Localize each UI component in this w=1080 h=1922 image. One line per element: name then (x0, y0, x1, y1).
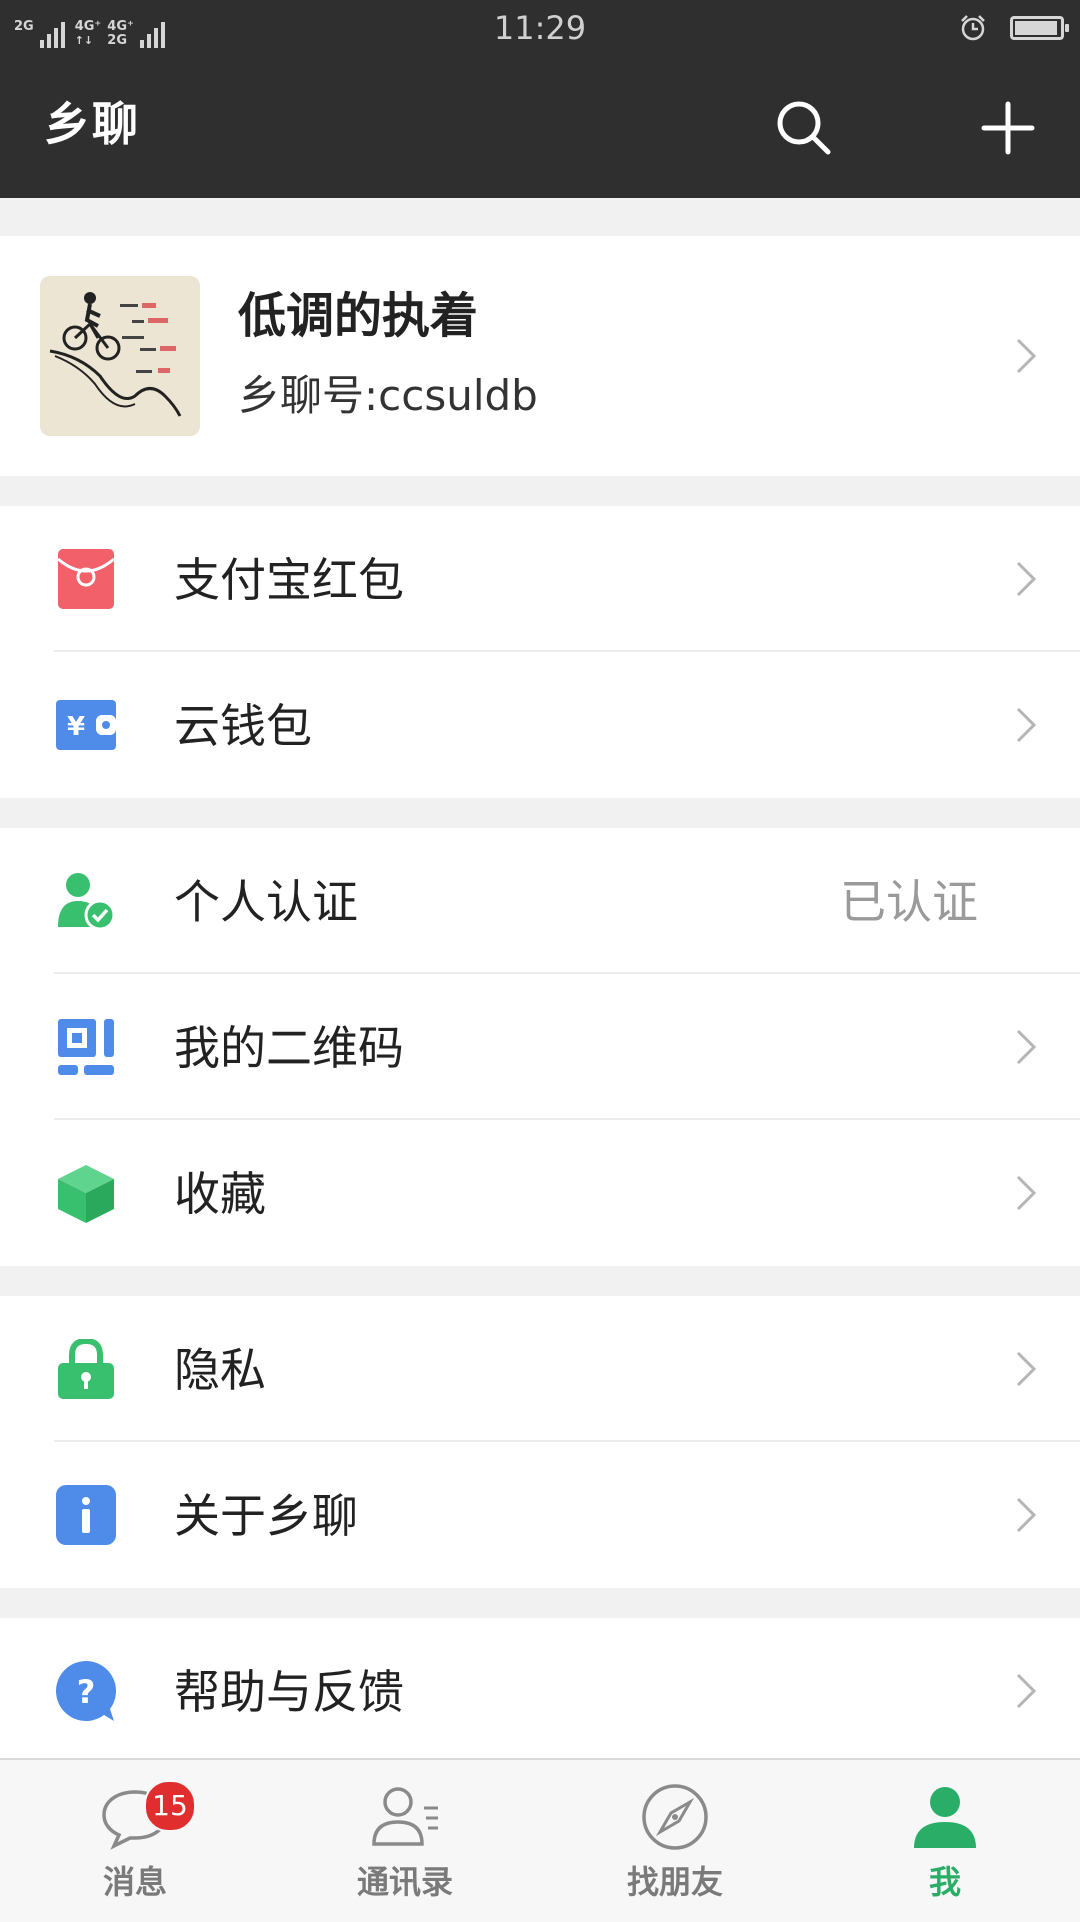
menu-item-alipay-red-envelope[interactable]: 支付宝红包 (0, 506, 1080, 652)
menu-item-label: 我的二维码 (174, 1021, 404, 1075)
tab-label: 消息 (102, 1863, 167, 1901)
menu-item-label: 收藏 (174, 1167, 266, 1221)
tab-find-friends[interactable]: 找朋友 (540, 1760, 810, 1922)
add-button[interactable] (972, 92, 1044, 164)
compass-icon (642, 1784, 708, 1850)
settings-section: 隐私 关于乡聊 (0, 1296, 1080, 1588)
profile-id: 乡聊号:ccsuldb (238, 371, 538, 420)
menu-item-cloud-wallet[interactable]: ¥ 云钱包 (0, 652, 1080, 798)
search-icon (777, 101, 831, 155)
verified-user-icon (58, 873, 116, 931)
tab-label: 找朋友 (626, 1863, 723, 1901)
person-icon (914, 1787, 976, 1848)
menu-item-my-qr-code[interactable]: 我的二维码 (0, 974, 1080, 1120)
status-right (958, 10, 1069, 46)
chevron-right-icon (1016, 561, 1037, 597)
wallet-section: 支付宝红包 ¥ 云钱包 (0, 506, 1080, 798)
tab-messages[interactable]: 15 消息 (0, 1760, 270, 1922)
contacts-icon (372, 1787, 438, 1846)
menu-item-about[interactable]: 关于乡聊 (0, 1442, 1080, 1588)
wallet-icon: ¥ (56, 700, 116, 750)
profile-name: 低调的执着 (238, 288, 479, 344)
svg-text:¥: ¥ (67, 712, 85, 742)
info-icon (56, 1485, 116, 1545)
chevron-right-icon (1016, 1351, 1037, 1387)
qr-code-icon (58, 1019, 114, 1075)
menu-item-personal-verification[interactable]: 个人认证 已认证 (0, 828, 1080, 974)
menu-item-privacy[interactable]: 隐私 (0, 1296, 1080, 1442)
help-icon: ? (56, 1661, 116, 1721)
status-time: 11:29 (493, 9, 587, 47)
plus-icon (981, 101, 1035, 155)
tab-label: 通讯录 (356, 1863, 453, 1901)
help-section: ? 帮助与反馈 (0, 1618, 1080, 1764)
search-button[interactable] (768, 92, 840, 164)
menu-item-label: 隐私 (174, 1343, 266, 1397)
chevron-right-icon (1016, 1497, 1037, 1533)
menu-item-help-feedback[interactable]: ? 帮助与反馈 (0, 1618, 1080, 1764)
menu-item-favorites[interactable]: 收藏 (0, 1120, 1080, 1266)
lock-icon (58, 1339, 114, 1399)
menu-item-label: 个人认证 (174, 875, 358, 929)
svg-text:?: ? (77, 1673, 96, 1711)
tab-me[interactable]: 我 (810, 1760, 1080, 1922)
unread-badge: 15 (144, 1780, 196, 1832)
menu-item-label: 支付宝红包 (174, 553, 404, 607)
chevron-right-icon (1016, 1029, 1037, 1065)
chevron-right-icon (1016, 707, 1037, 743)
bottom-tab-bar: 15 消息 通讯录 找朋友 我 (0, 1758, 1080, 1922)
battery-fill (1015, 21, 1057, 35)
profile-card[interactable]: 低调的执着 乡聊号:ccsuldb (0, 236, 1080, 476)
tab-label: 我 (928, 1863, 961, 1901)
cyclist-avatar-image (40, 276, 200, 436)
battery-icon (1010, 16, 1069, 40)
status-bar: 2G 4G⁺ ↑↓ 4G⁺ 2G 11:29 (0, 0, 1080, 56)
chevron-right-icon (1016, 338, 1037, 374)
account-section: 个人认证 已认证 我的二维码 收藏 (0, 828, 1080, 1266)
alarm-clock-icon (961, 15, 985, 41)
menu-item-label: 云钱包 (174, 699, 312, 753)
chevron-right-icon (1016, 1175, 1037, 1211)
app-header: 乡聊 (0, 56, 1080, 198)
tab-contacts[interactable]: 通讯录 (270, 1760, 540, 1922)
red-envelope-icon (57, 549, 115, 609)
box-icon (58, 1165, 114, 1223)
chevron-right-icon (1016, 1673, 1037, 1709)
menu-item-label: 帮助与反馈 (174, 1665, 404, 1719)
avatar (40, 276, 200, 436)
page-title: 乡聊 (44, 97, 140, 151)
verification-status: 已认证 (840, 875, 978, 929)
menu-item-label: 关于乡聊 (174, 1489, 358, 1543)
